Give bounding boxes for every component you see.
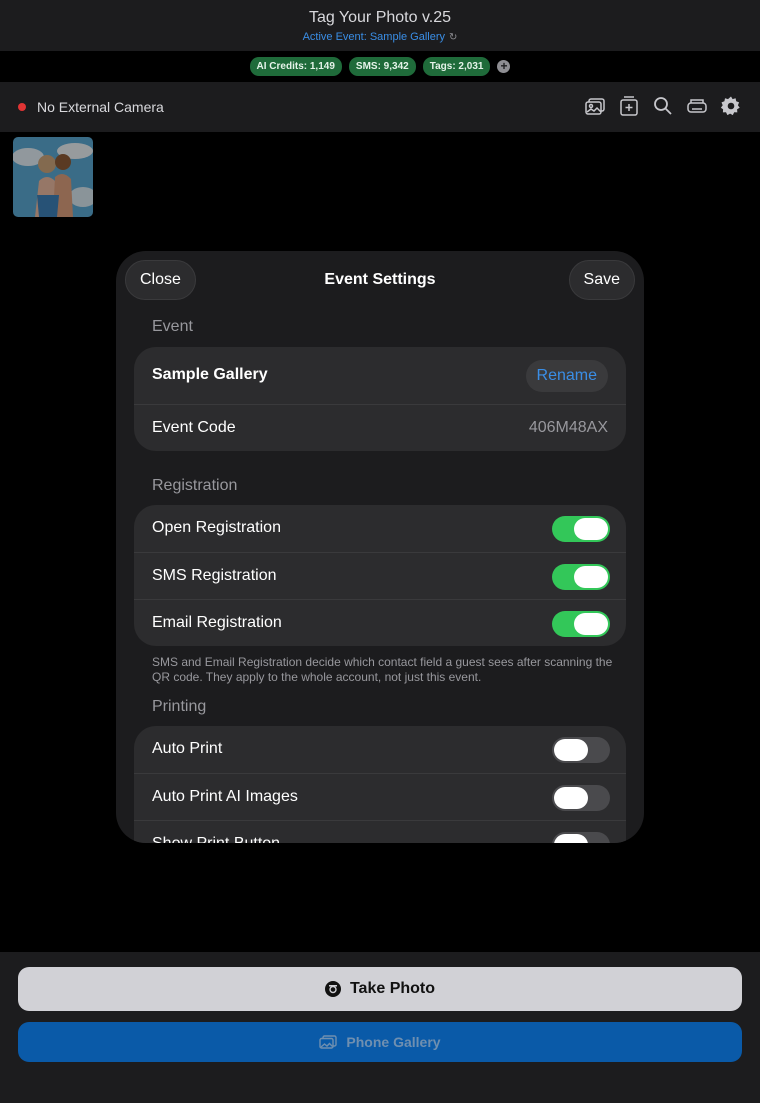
event-name-row: Sample Gallery Rename	[134, 347, 626, 404]
gallery-icon[interactable]	[584, 95, 606, 117]
printing-section-label: Printing	[152, 698, 207, 715]
take-photo-label: Take Photo	[349, 980, 436, 997]
event-section-label: Event	[152, 318, 193, 335]
registration-section-label: Registration	[152, 477, 238, 494]
toggle-row-sms-registration: SMS Registration	[134, 552, 626, 599]
printing-card: Auto Print Auto Print AI Images Show Pri…	[134, 726, 626, 843]
open-registration-toggle[interactable]	[552, 516, 610, 542]
open-registration-label: Open Registration	[152, 519, 281, 536]
ai-credits-badge: AI Credits: 1,149	[249, 56, 342, 76]
show-print-button-toggle[interactable]	[552, 832, 610, 843]
registration-card: Open Registration SMS Registration Email…	[134, 505, 626, 646]
dialog-header: Close Event Settings Save	[116, 251, 644, 311]
event-code-value: 406M48AX	[528, 419, 608, 436]
sms-registration-toggle[interactable]	[552, 564, 610, 590]
camera-status: No External Camera	[18, 99, 164, 115]
save-button[interactable]: Save	[568, 260, 635, 300]
email-registration-toggle[interactable]	[552, 611, 610, 637]
active-event-label: Active Event: Sample Gallery	[302, 31, 446, 43]
phone-gallery-label: Phone Gallery	[346, 1034, 441, 1050]
sms-credits-badge: SMS: 9,342	[348, 56, 416, 76]
toggle-knob	[554, 739, 588, 761]
toggle-row-open-registration: Open Registration	[134, 505, 626, 552]
camera-icon	[324, 981, 341, 997]
toggle-row-auto-print-ai: Auto Print AI Images	[134, 773, 626, 820]
phone-gallery-button[interactable]: Phone Gallery	[18, 1022, 742, 1062]
event-card: Sample Gallery Rename Event Code 406M48A…	[134, 347, 626, 451]
event-settings-dialog: Close Event Settings Save Event Sample G…	[116, 251, 644, 843]
auto-print-toggle[interactable]	[552, 737, 610, 763]
email-registration-label: Email Registration	[152, 614, 282, 631]
toggle-knob	[574, 566, 608, 588]
printer-icon[interactable]	[686, 95, 708, 117]
sms-registration-label: SMS Registration	[152, 567, 277, 584]
auto-print-label: Auto Print	[152, 740, 223, 757]
toolbar: No External Camera	[0, 82, 760, 132]
toggle-knob	[574, 613, 608, 635]
show-print-button-label: Show Print Button	[152, 835, 280, 843]
refresh-icon[interactable]: ↻	[449, 32, 457, 43]
gallery-icon	[319, 1035, 338, 1049]
add-credits-icon[interactable]: +	[497, 59, 511, 73]
bottom-bar: Take Photo Phone Gallery	[0, 952, 760, 1103]
app-title: Tag Your Photo v.25	[308, 9, 452, 26]
auto-print-ai-toggle[interactable]	[552, 785, 610, 811]
toggle-row-auto-print: Auto Print	[134, 726, 626, 773]
event-name: Sample Gallery	[152, 366, 268, 383]
registration-note: SMS and Email Registration decide which …	[152, 655, 613, 684]
active-event-link[interactable]: Active Event: Sample Gallery ↻	[0, 31, 760, 43]
take-photo-button[interactable]: Take Photo	[18, 967, 742, 1011]
toggle-row-show-print-button: Show Print Button	[134, 820, 626, 843]
add-photo-icon[interactable]	[618, 95, 640, 117]
camera-status-label: No External Camera	[37, 99, 164, 115]
toolbar-icons	[584, 95, 742, 117]
event-code-label: Event Code	[152, 419, 236, 436]
toggle-knob	[554, 787, 588, 809]
toggle-row-email-registration: Email Registration	[134, 599, 626, 646]
toggle-knob	[554, 834, 588, 843]
title-bar: Tag Your Photo v.25 Active Event: Sample…	[0, 0, 760, 51]
credits-strip: AI Credits: 1,149 SMS: 9,342 Tags: 2,031…	[230, 51, 530, 81]
tags-credits-badge: Tags: 2,031	[422, 56, 491, 76]
search-icon[interactable]	[652, 95, 674, 117]
gear-icon[interactable]	[720, 95, 742, 117]
dialog-title: Event Settings	[324, 271, 436, 288]
rename-button[interactable]: Rename	[525, 360, 608, 392]
event-code-row: Event Code 406M48AX	[134, 404, 626, 451]
toggle-knob	[574, 518, 608, 540]
auto-print-ai-label: Auto Print AI Images	[152, 788, 298, 805]
status-dot-icon	[18, 103, 26, 111]
